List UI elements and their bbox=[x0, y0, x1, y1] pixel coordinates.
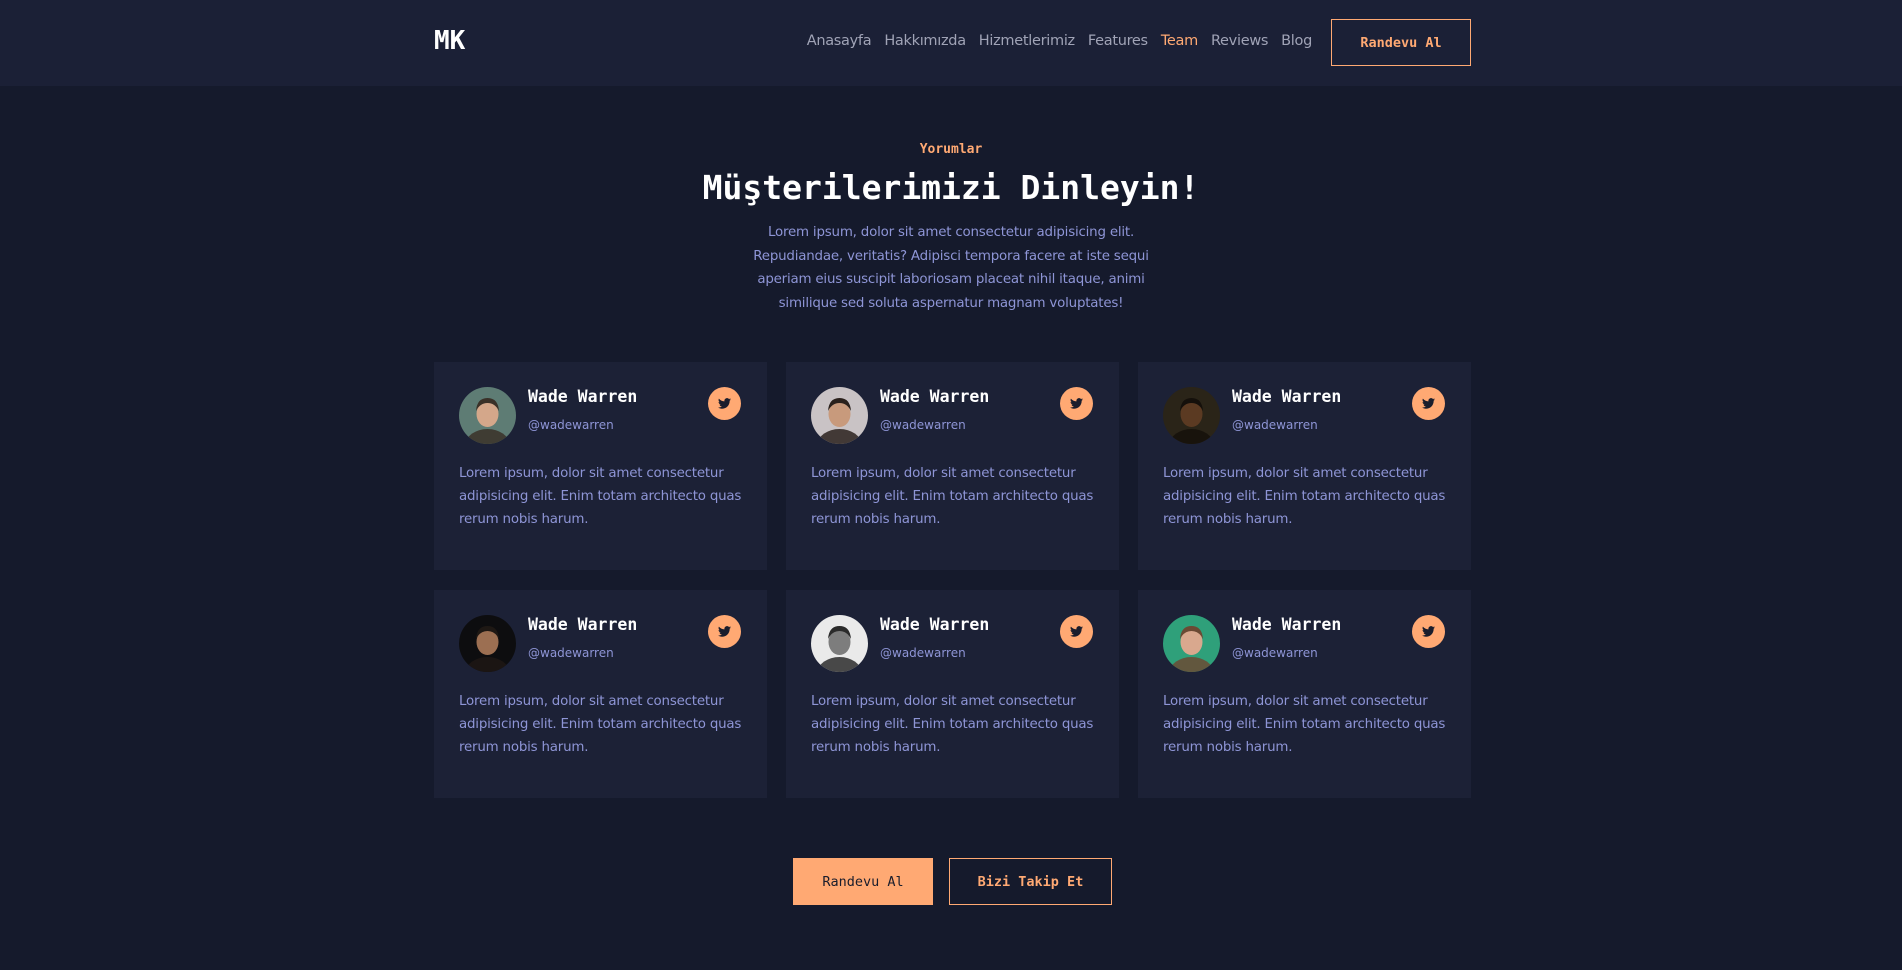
nav-link-anasayfa[interactable]: Anasayfa bbox=[807, 33, 872, 49]
reviewer-handle: @wadewarren bbox=[528, 418, 614, 432]
testimonial-text: Lorem ipsum, dolor sit amet consectetur … bbox=[811, 466, 1094, 527]
nav-link-features[interactable]: Features bbox=[1088, 33, 1148, 49]
reviewer-name: Wade Warren bbox=[1232, 387, 1342, 406]
reviewer-name: Wade Warren bbox=[880, 615, 990, 634]
twitter-icon bbox=[1422, 398, 1435, 409]
reviewer-name: Wade Warren bbox=[880, 387, 990, 406]
testimonial-card: Wade Warren @wadewarren Lorem ipsum, dol… bbox=[434, 362, 767, 570]
reviewer-handle: @wadewarren bbox=[880, 646, 966, 660]
nav-appointment-button[interactable]: Randevu Al bbox=[1331, 19, 1471, 66]
testimonial-card: Wade Warren @wadewarren Lorem ipsum, dol… bbox=[786, 590, 1119, 798]
nav-link-reviews[interactable]: Reviews bbox=[1211, 33, 1269, 49]
nav-links: Anasayfa Hakkımızda Hizmetlerimiz Featur… bbox=[807, 33, 1313, 49]
brand-logo[interactable]: MK bbox=[434, 26, 465, 56]
testimonial-text: Lorem ipsum, dolor sit amet consectetur … bbox=[459, 694, 742, 755]
twitter-icon bbox=[718, 398, 731, 409]
avatar bbox=[1163, 387, 1220, 444]
section-description: Lorem ipsum, dolor sit amet consectetur … bbox=[753, 225, 1149, 311]
nav-link-team[interactable]: Team bbox=[1161, 33, 1198, 49]
testimonial-text: Lorem ipsum, dolor sit amet consectetur … bbox=[1163, 694, 1446, 755]
twitter-button[interactable] bbox=[1412, 615, 1445, 648]
twitter-icon bbox=[1422, 626, 1435, 637]
navbar: MK Anasayfa Hakkımızda Hizmetlerimiz Fea… bbox=[0, 0, 1902, 86]
testimonial-text: Lorem ipsum, dolor sit amet consectetur … bbox=[459, 466, 742, 527]
testimonial-card: Wade Warren @wadewarren Lorem ipsum, dol… bbox=[1138, 590, 1471, 798]
reviewer-name: Wade Warren bbox=[528, 615, 638, 634]
testimonial-card: Wade Warren @wadewarren Lorem ipsum, dol… bbox=[434, 590, 767, 798]
testimonial-text: Lorem ipsum, dolor sit amet consectetur … bbox=[811, 694, 1094, 755]
twitter-icon bbox=[1070, 398, 1083, 409]
testimonial-grid: Wade Warren @wadewarren Lorem ipsum, dol… bbox=[434, 362, 1471, 798]
twitter-icon bbox=[1070, 626, 1083, 637]
section-eyebrow: Yorumlar bbox=[919, 142, 983, 157]
nav-link-hakkimizda[interactable]: Hakkımızda bbox=[884, 33, 966, 49]
reviewer-handle: @wadewarren bbox=[528, 646, 614, 660]
avatar bbox=[1163, 615, 1220, 672]
follow-us-button[interactable]: Bizi Takip Et bbox=[949, 858, 1112, 905]
twitter-button[interactable] bbox=[1412, 387, 1445, 420]
avatar bbox=[811, 615, 868, 672]
nav-link-hizmetlerimiz[interactable]: Hizmetlerimiz bbox=[979, 33, 1075, 49]
section-title: Müşterilerimizi Dinleyin! bbox=[702, 168, 1200, 207]
avatar bbox=[459, 387, 516, 444]
twitter-icon bbox=[718, 626, 731, 637]
reviewer-handle: @wadewarren bbox=[880, 418, 966, 432]
twitter-button[interactable] bbox=[708, 615, 741, 648]
nav-link-blog[interactable]: Blog bbox=[1281, 33, 1312, 49]
testimonial-card: Wade Warren @wadewarren Lorem ipsum, dol… bbox=[786, 362, 1119, 570]
twitter-button[interactable] bbox=[1060, 615, 1093, 648]
twitter-button[interactable] bbox=[1060, 387, 1093, 420]
reviewer-handle: @wadewarren bbox=[1232, 418, 1318, 432]
testimonial-text: Lorem ipsum, dolor sit amet consectetur … bbox=[1163, 466, 1446, 527]
avatar bbox=[811, 387, 868, 444]
testimonial-card: Wade Warren @wadewarren Lorem ipsum, dol… bbox=[1138, 362, 1471, 570]
reviewer-name: Wade Warren bbox=[1232, 615, 1342, 634]
appointment-button[interactable]: Randevu Al bbox=[793, 858, 933, 905]
avatar bbox=[459, 615, 516, 672]
twitter-button[interactable] bbox=[708, 387, 741, 420]
reviewer-handle: @wadewarren bbox=[1232, 646, 1318, 660]
reviewer-name: Wade Warren bbox=[528, 387, 638, 406]
